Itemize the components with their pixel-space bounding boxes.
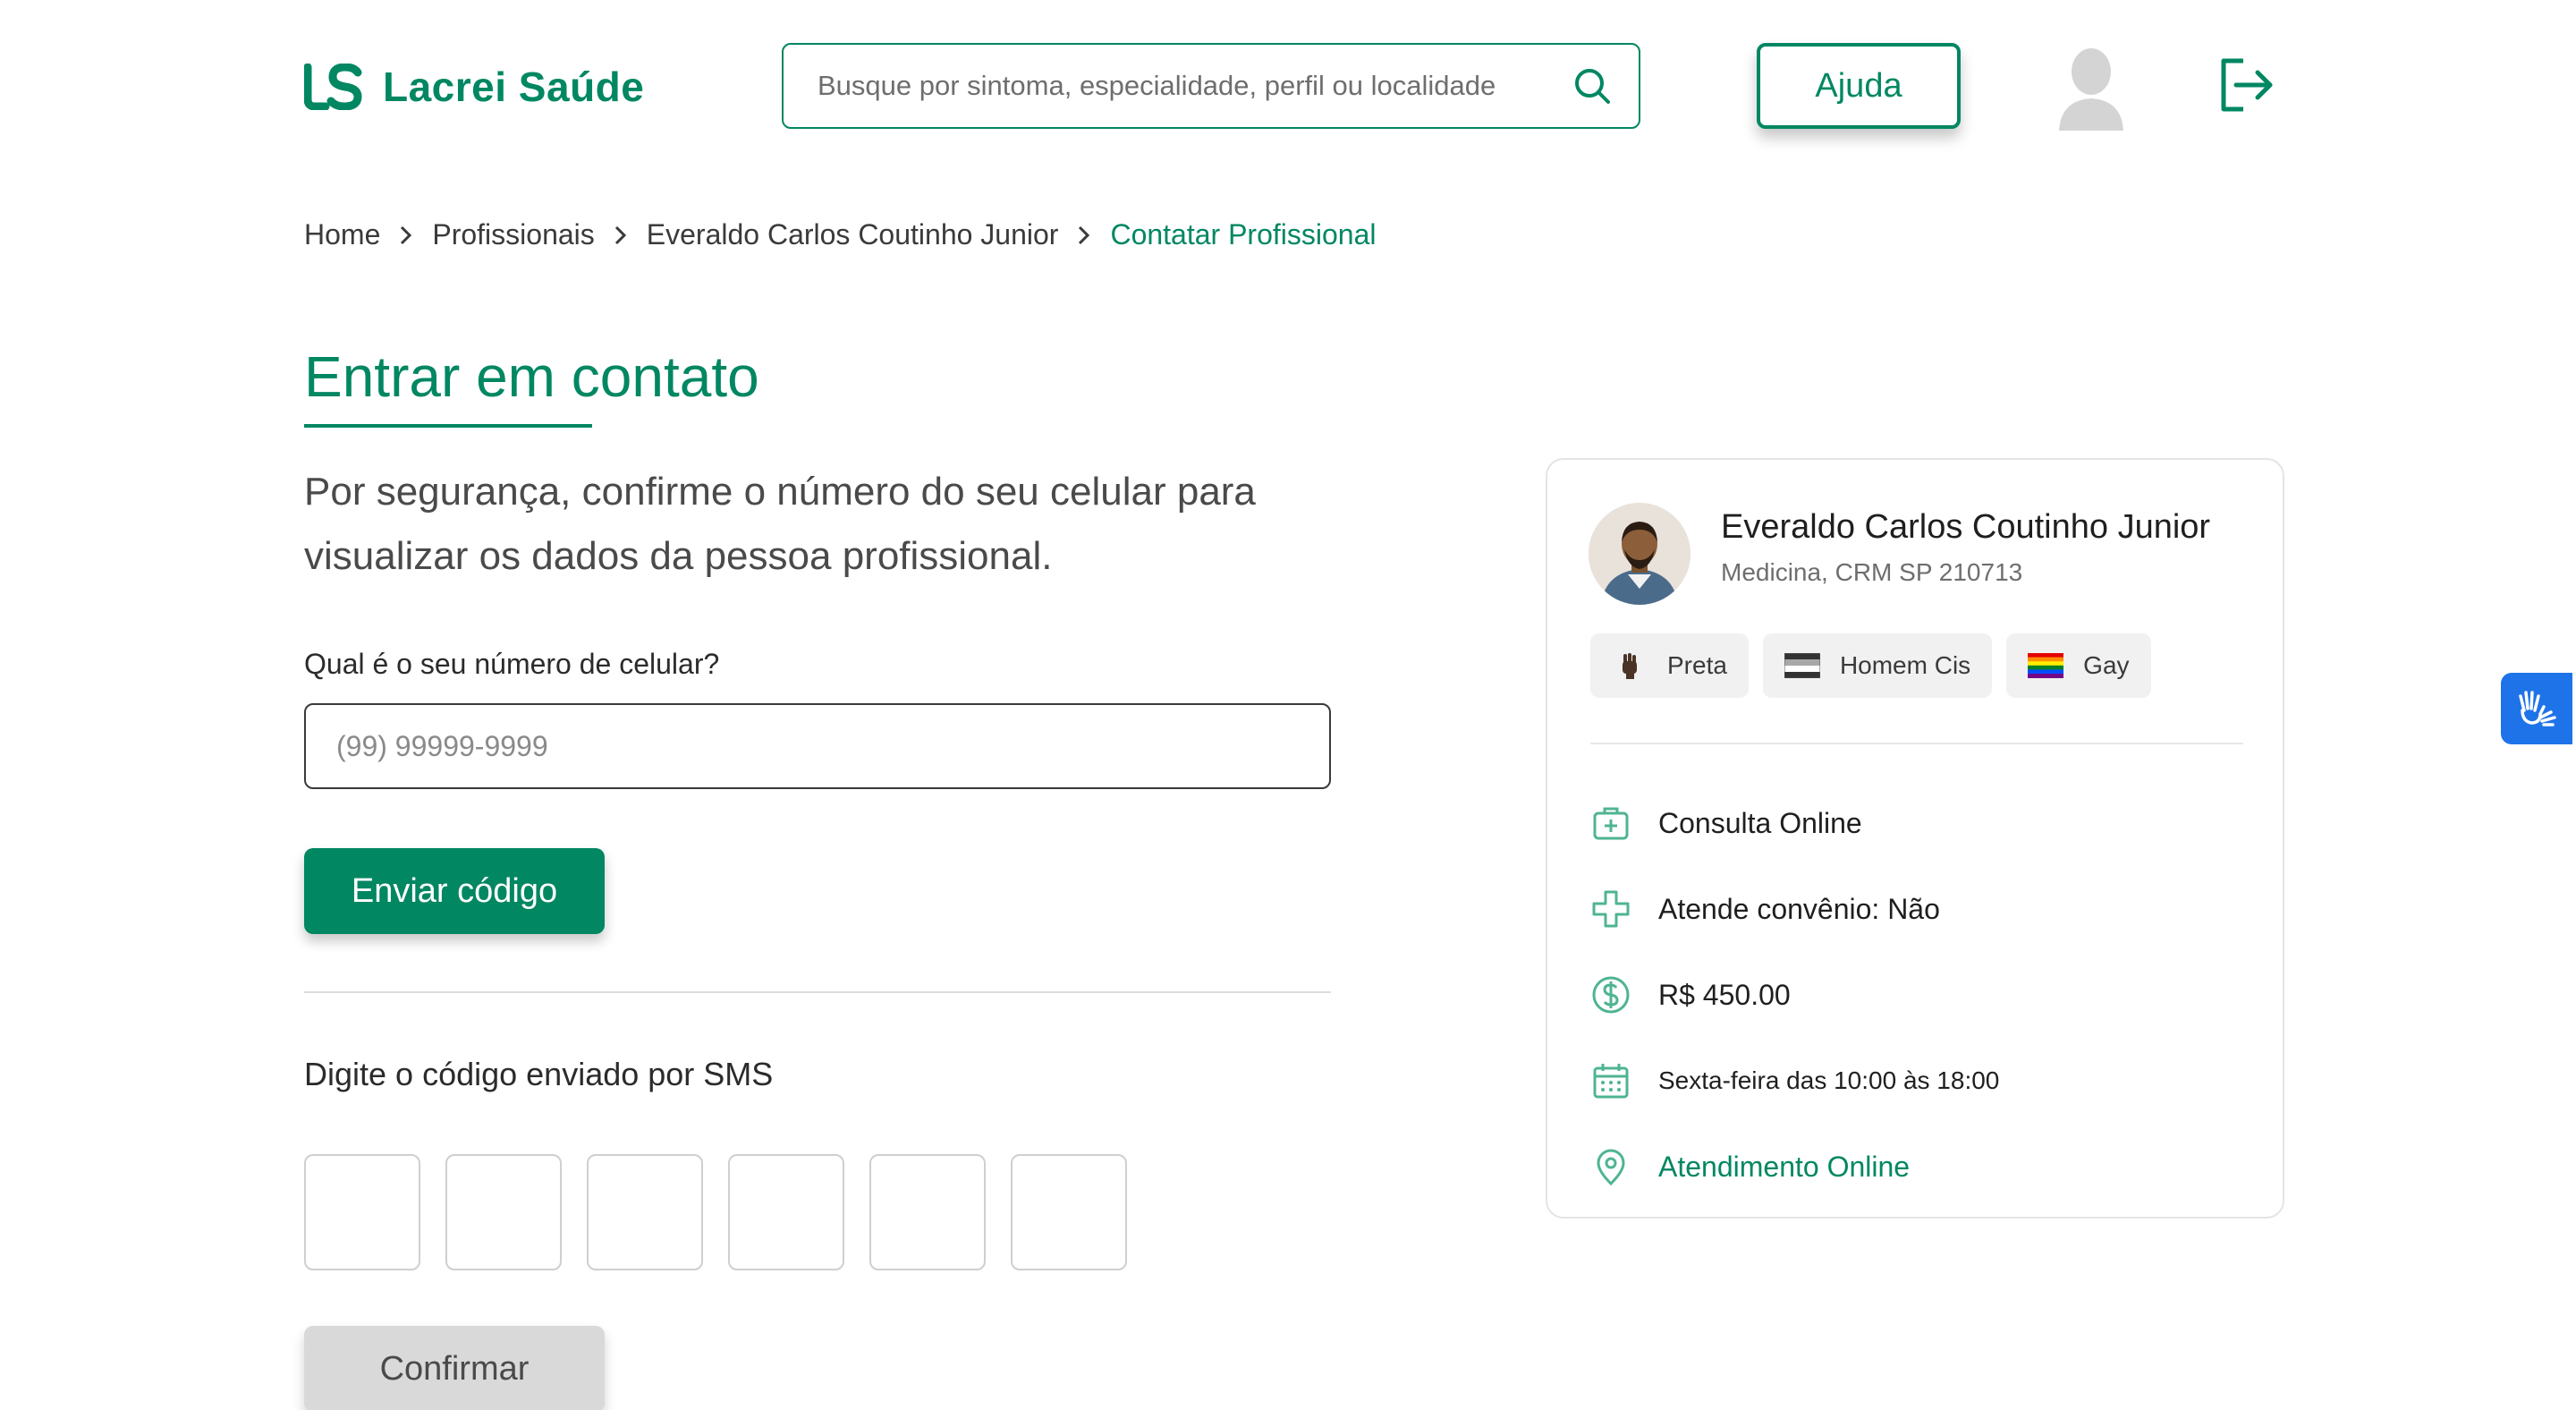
info-consult: Consulta Online [1590, 780, 1999, 866]
code-digit-3[interactable] [587, 1154, 703, 1270]
location-pin-icon [1597, 1149, 1625, 1186]
professional-info-list: Consulta Online Atende convênio: Não R$ … [1590, 780, 1999, 1210]
flag-icon [1784, 652, 1820, 679]
tag-race: Preta [1590, 633, 1749, 698]
tag-race-label: Preta [1667, 651, 1727, 679]
intro-text: Por segurança, confirme o número do seu … [304, 470, 1256, 578]
phone-label: Qual é o seu número de celular? [304, 648, 720, 680]
dollar-coin-icon [1592, 976, 1630, 1014]
confirm-button[interactable]: Confirmar [304, 1326, 605, 1410]
professional-card: Everaldo Carlos Coutinho Junior Medicina… [1546, 458, 2284, 1219]
chevron-right-icon [614, 225, 626, 244]
chevron-right-icon [401, 225, 412, 244]
logout-icon[interactable] [2216, 55, 2275, 115]
accessibility-button[interactable] [2501, 673, 2572, 744]
page-title: Entrar em contato [304, 344, 759, 409]
code-digit-4[interactable] [728, 1154, 844, 1270]
professional-avatar [1589, 503, 1690, 605]
phone-input[interactable] [304, 703, 1331, 789]
sms-code-inputs [304, 1154, 1127, 1270]
tag-gender-label: Homem Cis [1839, 651, 1971, 679]
professional-name: Everaldo Carlos Coutinho Junior [1721, 508, 2211, 546]
info-price: R$ 450.00 [1590, 952, 1999, 1038]
user-avatar-icon[interactable] [2055, 45, 2127, 131]
code-digit-2[interactable] [445, 1154, 562, 1270]
chevron-right-icon [1079, 225, 1090, 244]
code-digit-6[interactable] [1011, 1154, 1127, 1270]
plus-cross-icon [1592, 890, 1630, 928]
card-divider [1590, 743, 2243, 744]
rainbow-flag-icon [2028, 652, 2064, 679]
tag-orientation: Gay [2006, 633, 2151, 698]
title-underline [304, 424, 592, 428]
logo-mark-icon [304, 64, 362, 110]
medical-bag-icon [1593, 807, 1629, 840]
professional-photo-icon [1589, 503, 1690, 605]
logo[interactable]: Lacrei Saúde [304, 63, 644, 111]
tag-orientation-label: Gay [2083, 651, 2130, 679]
breadcrumb-professional-name[interactable]: Everaldo Carlos Coutinho Junior [647, 218, 1059, 251]
sign-language-icon [2519, 691, 2556, 726]
info-insurance: Atende convênio: Não [1590, 866, 1999, 952]
info-schedule-text: Sexta-feira das 10:00 às 18:00 [1658, 1066, 2000, 1094]
professional-specialty: Medicina, CRM SP 210713 [1721, 558, 2023, 586]
info-insurance-text: Atende convênio: Não [1658, 892, 1940, 925]
raised-fist-icon [1612, 652, 1648, 679]
search-icon[interactable] [1572, 66, 1612, 106]
tag-gender: Homem Cis [1762, 633, 1993, 698]
breadcrumb: Home Profissionais Everaldo Carlos Couti… [304, 218, 1376, 251]
divider [304, 991, 1331, 993]
info-location-text: Atendimento Online [1658, 1150, 1911, 1183]
code-digit-5[interactable] [869, 1154, 986, 1270]
breadcrumb-professionals[interactable]: Profissionais [432, 218, 594, 251]
breadcrumb-current: Contatar Profissional [1110, 218, 1377, 251]
calendar-icon [1593, 1064, 1629, 1099]
logo-text: Lacrei Saúde [383, 64, 645, 110]
sms-code-label: Digite o código enviado por SMS [304, 1056, 774, 1092]
help-button[interactable]: Ajuda [1757, 43, 1961, 129]
page: Lacrei Saúde Ajuda Home Profissionais Ev… [0, 0, 2576, 1410]
search-bar[interactable] [782, 43, 1640, 129]
identity-tags: Preta Homem Cis Gay [1590, 633, 2151, 698]
search-input[interactable] [818, 70, 1572, 102]
info-schedule: Sexta-feira das 10:00 às 18:00 [1590, 1038, 1999, 1124]
breadcrumb-home[interactable]: Home [304, 218, 380, 251]
code-digit-1[interactable] [304, 1154, 420, 1270]
send-code-button[interactable]: Enviar código [304, 848, 605, 934]
info-location: Atendimento Online [1590, 1124, 1999, 1210]
info-price-text: R$ 450.00 [1658, 978, 1791, 1011]
info-consult-text: Consulta Online [1658, 806, 1862, 839]
